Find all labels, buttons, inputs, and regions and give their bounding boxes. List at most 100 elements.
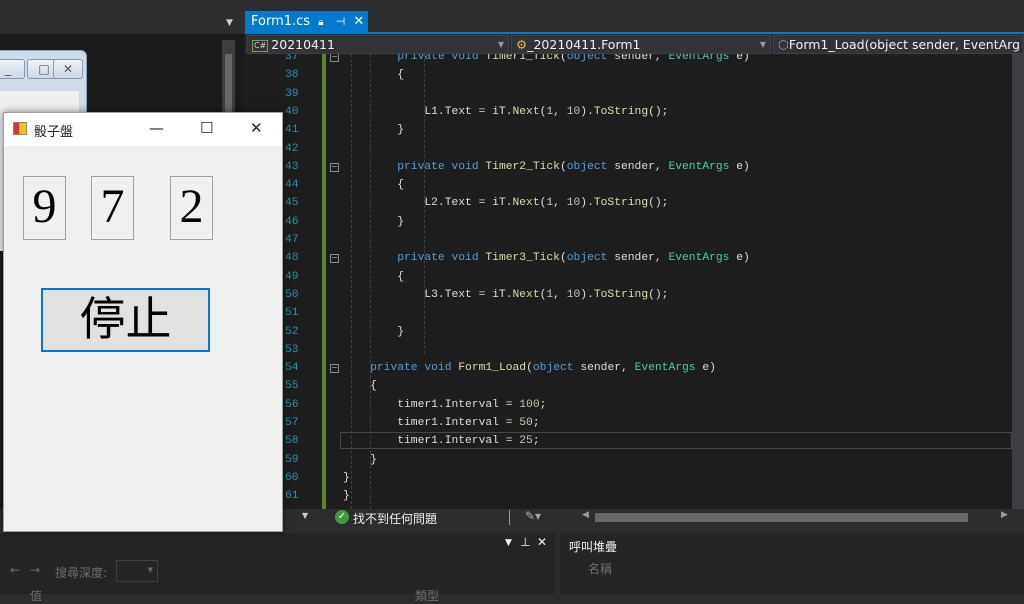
code-line[interactable]: private void Form1_Load(object sender, E… [343, 359, 716, 377]
code-line[interactable]: timer1.Interval = 25; [343, 432, 539, 450]
app-icon [13, 122, 27, 135]
member-dropdown[interactable]: ⬡Form1_Load(object sender, EventArg [773, 35, 1024, 54]
form-title-bar: 骰子盤 — ☐ ✕ [4, 113, 282, 146]
indent-guide [424, 54, 425, 354]
locals-panel: ▼ ⊥ ✕ ← → 搜尋深度: 值 類型 [0, 533, 555, 603]
minimize-button[interactable]: _ [0, 59, 25, 79]
back-icon[interactable]: ← [10, 563, 20, 577]
line-number: 51 [285, 307, 299, 320]
line-number: 61 [285, 490, 299, 503]
forward-icon[interactable]: → [30, 563, 40, 577]
line-number: 59 [285, 453, 299, 466]
line-number: 60 [285, 471, 299, 484]
close-button[interactable]: ✕ [53, 59, 83, 79]
tab-form1-cs[interactable]: Form1.cs 🔒︎ ⊣ ✕ [245, 11, 368, 33]
line-number: 46 [285, 215, 299, 228]
code-line[interactable]: private void Timer1_Tick(object sender, … [343, 54, 750, 66]
zoom-dropdown-arrow[interactable]: ▼ [302, 511, 308, 520]
code-line[interactable]: } [343, 487, 350, 505]
form-title: 骰子盤 [34, 125, 74, 140]
dice-form-window: 骰子盤 — ☐ ✕ 9 7 2 停止 [3, 112, 283, 532]
code-line[interactable]: } [343, 323, 404, 341]
line-number: 47 [285, 234, 299, 246]
code-line[interactable]: L3.Text = iT.Next(1, 10).ToString(); [343, 286, 668, 304]
line-number: 37 [285, 54, 299, 63]
line-number: 44 [285, 179, 299, 192]
line-number: 43 [285, 160, 299, 173]
collapse-icon[interactable]: − [330, 254, 339, 264]
code-line[interactable]: } [343, 469, 350, 487]
maximize-button[interactable]: ☐ [200, 119, 213, 137]
code-line[interactable]: { [343, 268, 404, 286]
close-button[interactable]: ✕ [250, 119, 263, 137]
code-line[interactable]: L2.Text = iT.Next(1, 10).ToString(); [343, 194, 668, 212]
code-line[interactable]: { [343, 176, 404, 194]
code-line[interactable]: L1.Text = iT.Next(1, 10).ToString(); [343, 103, 668, 121]
indent-guide [370, 54, 371, 509]
collapse-icon[interactable]: − [330, 162, 339, 172]
code-line[interactable]: { [343, 66, 404, 84]
search-depth-label: 搜尋深度: [55, 566, 108, 580]
window-menu-dropdown[interactable]: ▼ [226, 18, 233, 28]
line-number: 58 [285, 435, 299, 448]
line-number: 48 [285, 252, 299, 265]
collapse-icon[interactable]: − [330, 364, 339, 374]
pin-icon[interactable]: ⊥ [520, 535, 530, 549]
code-line[interactable]: private void Timer2_Tick(object sender, … [343, 158, 750, 176]
panel-menu-icon[interactable]: ▼ [505, 538, 512, 548]
line-number: 49 [285, 270, 299, 283]
scroll-left-icon[interactable]: ◀ [582, 510, 589, 520]
minimize-button[interactable]: — [149, 119, 164, 137]
die-label-3: 2 [170, 176, 213, 240]
lock-icon: 🔒︎ [318, 17, 324, 28]
project-name: 20210411 [271, 37, 335, 52]
die-label-1: 9 [23, 176, 66, 240]
member-name: Form1_Load(object sender, EventArg [788, 37, 1021, 52]
class-icon: ⚙︎ [516, 37, 528, 52]
line-number: 54 [285, 362, 299, 375]
line-number: 52 [285, 325, 299, 338]
stop-button[interactable]: 停止 [41, 288, 210, 352]
navigation-bar: C# 20210411 ▼ ⚙︎_20210411.Form1 ▼ ⬡Form1_Lo… [245, 34, 1024, 54]
method-icon: ⬡ [778, 37, 789, 52]
column-value[interactable]: 值 [30, 587, 42, 604]
project-dropdown[interactable]: C# 20210411 ▼ [247, 35, 509, 54]
issues-status[interactable]: 找不到任何問題 [353, 510, 437, 527]
code-line[interactable]: timer1.Interval = 50; [343, 414, 539, 432]
code-editor[interactable]: 37 private void Timer1_Tick(object sende… [245, 54, 1012, 509]
column-type[interactable]: 類型 [415, 587, 439, 604]
line-number: 50 [285, 288, 299, 301]
line-number: 45 [285, 197, 299, 210]
collapse-icon[interactable]: − [330, 54, 339, 62]
title-bar [0, 0, 1024, 34]
code-line[interactable]: } [343, 121, 404, 139]
column-name[interactable]: 名稱 [588, 560, 612, 577]
line-number: 42 [285, 142, 299, 155]
pin-icon[interactable]: ⊣ [336, 11, 346, 33]
call-stack-panel: 呼叫堆疊 名稱 [560, 533, 1024, 594]
class-name: _20210411.Form1 [527, 37, 641, 52]
vertical-scrollbar[interactable] [1012, 54, 1024, 509]
line-number: 41 [285, 124, 299, 137]
panel-title: 呼叫堆疊 [569, 540, 618, 554]
code-line[interactable]: private void Timer3_Tick(object sender, … [343, 249, 750, 267]
line-number: 38 [285, 69, 299, 82]
check-icon: ✓ [335, 510, 349, 524]
csharp-icon: C# [252, 40, 269, 52]
brush-icon[interactable]: ✎▾ [525, 509, 541, 523]
code-line[interactable]: } [343, 213, 404, 231]
close-icon[interactable]: ✕ [537, 535, 547, 549]
code-line[interactable]: timer1.Interval = 100; [343, 396, 546, 414]
line-number: 57 [285, 417, 299, 429]
line-number: 55 [285, 380, 299, 393]
scroll-right-icon[interactable]: ▶ [1001, 510, 1008, 520]
line-number: 56 [285, 398, 299, 411]
code-line[interactable]: { [343, 377, 377, 395]
search-depth-combobox[interactable]: ▼ [116, 560, 158, 582]
class-dropdown[interactable]: ⚙︎_20210411.Form1 ▼ [511, 35, 771, 54]
code-line[interactable]: } [343, 451, 377, 469]
tab-label: Form1.cs [251, 14, 311, 29]
horizontal-scrollbar[interactable] [595, 513, 968, 522]
line-number: 53 [285, 343, 299, 356]
close-icon[interactable]: ✕ [353, 11, 364, 33]
